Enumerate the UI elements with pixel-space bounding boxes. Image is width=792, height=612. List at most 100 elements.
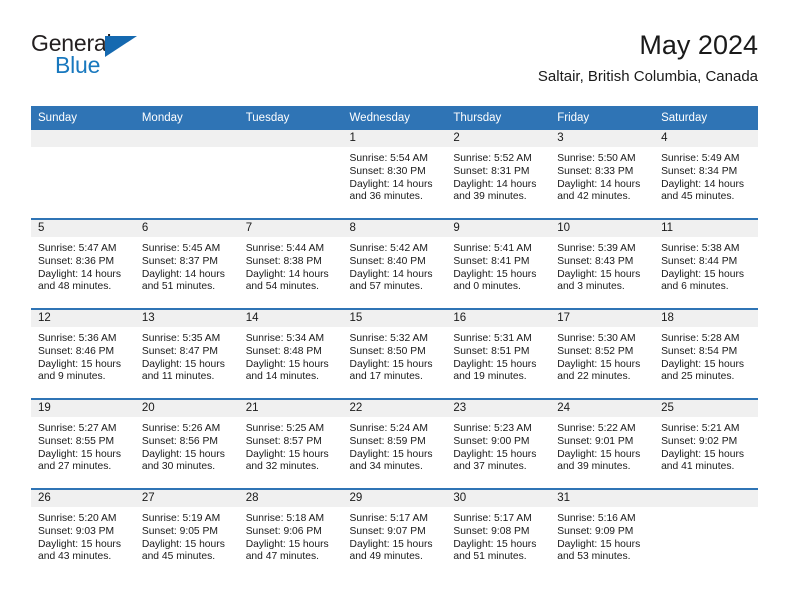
day-number: 4 (654, 130, 758, 147)
day-number: 14 (238, 310, 343, 327)
sunrise-text: Sunrise: 5:39 AM (557, 243, 636, 254)
daylight-text-line2: and 39 minutes. (453, 191, 527, 203)
day-cell[interactable]: 12 Sunrise: 5:36 AM Sunset: 8:46 PM Dayl… (31, 308, 135, 399)
day-cell[interactable] (134, 130, 239, 219)
day-cell[interactable] (654, 488, 758, 578)
daylight-text-line1: Daylight: 14 hours (557, 178, 641, 190)
sunset-text: Sunset: 9:09 PM (557, 525, 634, 537)
day-cell[interactable]: 8 Sunrise: 5:42 AM Sunset: 8:40 PM Dayli… (342, 218, 447, 309)
day-details: Sunrise: 5:23 AM Sunset: 9:00 PM Dayligh… (446, 417, 550, 474)
daylight-text-line1: Daylight: 15 hours (557, 538, 641, 550)
sunrise-text: Sunrise: 5:16 AM (557, 513, 636, 524)
calendar-week-row: 5 Sunrise: 5:47 AM Sunset: 8:36 PM Dayli… (31, 218, 758, 309)
daylight-text-line1: Daylight: 14 hours (141, 268, 225, 280)
day-details: Sunrise: 5:41 AM Sunset: 8:41 PM Dayligh… (446, 237, 550, 294)
daylight-text-line1: Daylight: 15 hours (661, 268, 745, 280)
day-cell[interactable]: 15 Sunrise: 5:32 AM Sunset: 8:50 PM Dayl… (342, 308, 447, 399)
day-cell[interactable]: 16 Sunrise: 5:31 AM Sunset: 8:51 PM Dayl… (446, 308, 551, 399)
sunrise-text: Sunrise: 5:27 AM (38, 423, 117, 434)
calendar-body: 1 Sunrise: 5:54 AM Sunset: 8:30 PM Dayli… (31, 130, 758, 578)
sunset-text: Sunset: 9:02 PM (661, 435, 738, 447)
day-details: Sunrise: 5:35 AM Sunset: 8:47 PM Dayligh… (135, 327, 239, 384)
daylight-text-line2: and 47 minutes. (245, 551, 319, 563)
day-cell[interactable]: 2 Sunrise: 5:52 AM Sunset: 8:31 PM Dayli… (446, 130, 551, 219)
day-number: 7 (238, 220, 343, 237)
sunset-text: Sunset: 8:56 PM (141, 435, 218, 447)
day-details: Sunrise: 5:26 AM Sunset: 8:56 PM Dayligh… (135, 417, 239, 474)
day-number: 25 (654, 400, 758, 417)
day-cell[interactable]: 21 Sunrise: 5:25 AM Sunset: 8:57 PM Dayl… (238, 398, 343, 489)
day-cell[interactable]: 27 Sunrise: 5:19 AM Sunset: 9:05 PM Dayl… (134, 488, 239, 578)
day-cell[interactable]: 6 Sunrise: 5:45 AM Sunset: 8:37 PM Dayli… (134, 218, 239, 309)
day-cell[interactable]: 11 Sunrise: 5:38 AM Sunset: 8:44 PM Dayl… (654, 218, 758, 309)
page-title: May 2024 (639, 30, 758, 60)
sunrise-text: Sunrise: 5:26 AM (141, 423, 221, 434)
daylight-text-line1: Daylight: 15 hours (453, 268, 537, 280)
day-cell[interactable]: 28 Sunrise: 5:18 AM Sunset: 9:06 PM Dayl… (238, 488, 343, 578)
daylight-text-line2: and 11 minutes. (141, 371, 215, 383)
day-number: 8 (342, 220, 447, 237)
day-cell[interactable] (238, 130, 343, 219)
daylight-text-line2: and 0 minutes. (453, 281, 521, 293)
calendar-page: General Blue May 2024 Saltair, British C… (0, 0, 792, 612)
day-cell[interactable] (31, 130, 135, 219)
day-cell[interactable]: 25 Sunrise: 5:21 AM Sunset: 9:02 PM Dayl… (654, 398, 758, 489)
sunset-text: Sunset: 9:05 PM (141, 525, 218, 537)
day-number (134, 130, 239, 147)
sunset-text: Sunset: 9:07 PM (349, 525, 426, 537)
day-cell[interactable]: 7 Sunrise: 5:44 AM Sunset: 8:38 PM Dayli… (238, 218, 343, 309)
day-cell[interactable]: 30 Sunrise: 5:17 AM Sunset: 9:08 PM Dayl… (446, 488, 551, 578)
day-cell[interactable]: 9 Sunrise: 5:41 AM Sunset: 8:41 PM Dayli… (446, 218, 551, 309)
sunrise-text: Sunrise: 5:34 AM (245, 333, 325, 344)
sunrise-text: Sunrise: 5:41 AM (453, 243, 532, 254)
sunset-text: Sunset: 8:57 PM (245, 435, 322, 447)
sunset-text: Sunset: 8:34 PM (661, 165, 738, 177)
daylight-text-line2: and 25 minutes. (661, 371, 735, 383)
day-cell[interactable]: 31 Sunrise: 5:16 AM Sunset: 9:09 PM Dayl… (550, 488, 655, 578)
sunset-text: Sunset: 8:47 PM (141, 345, 218, 357)
sunset-text: Sunset: 8:33 PM (557, 165, 634, 177)
day-cell[interactable]: 1 Sunrise: 5:54 AM Sunset: 8:30 PM Dayli… (342, 130, 447, 219)
daylight-text-line1: Daylight: 15 hours (453, 538, 537, 550)
daylight-text-line2: and 14 minutes. (245, 371, 319, 383)
daylight-text-line1: Daylight: 15 hours (141, 358, 225, 370)
day-cell[interactable]: 5 Sunrise: 5:47 AM Sunset: 8:36 PM Dayli… (31, 218, 135, 309)
sunrise-text: Sunrise: 5:45 AM (141, 243, 221, 254)
day-cell[interactable]: 3 Sunrise: 5:50 AM Sunset: 8:33 PM Dayli… (550, 130, 655, 219)
daylight-text-line1: Daylight: 15 hours (141, 448, 225, 460)
day-number: 17 (550, 310, 655, 327)
daylight-text-line1: Daylight: 15 hours (245, 538, 329, 550)
sunrise-text: Sunrise: 5:42 AM (349, 243, 428, 254)
day-number: 13 (134, 310, 239, 327)
day-cell[interactable]: 26 Sunrise: 5:20 AM Sunset: 9:03 PM Dayl… (31, 488, 135, 578)
daylight-text-line1: Daylight: 15 hours (349, 448, 433, 460)
day-details (654, 507, 758, 513)
day-cell[interactable]: 23 Sunrise: 5:23 AM Sunset: 9:00 PM Dayl… (446, 398, 551, 489)
daylight-text-line2: and 19 minutes. (453, 371, 527, 383)
day-cell[interactable]: 17 Sunrise: 5:30 AM Sunset: 8:52 PM Dayl… (550, 308, 655, 399)
day-details: Sunrise: 5:27 AM Sunset: 8:55 PM Dayligh… (31, 417, 135, 474)
day-cell[interactable]: 10 Sunrise: 5:39 AM Sunset: 8:43 PM Dayl… (550, 218, 655, 309)
general-blue-logo[interactable]: General Blue (31, 30, 211, 86)
day-number: 22 (342, 400, 447, 417)
day-cell[interactable]: 18 Sunrise: 5:28 AM Sunset: 8:54 PM Dayl… (654, 308, 758, 399)
day-details: Sunrise: 5:50 AM Sunset: 8:33 PM Dayligh… (550, 147, 654, 204)
day-number: 29 (342, 490, 447, 507)
weekday-header-monday: Monday (134, 106, 239, 130)
day-details: Sunrise: 5:19 AM Sunset: 9:05 PM Dayligh… (135, 507, 239, 564)
weekday-header-tuesday: Tuesday (238, 106, 343, 130)
sunset-text: Sunset: 8:44 PM (661, 255, 738, 267)
day-cell[interactable]: 29 Sunrise: 5:17 AM Sunset: 9:07 PM Dayl… (342, 488, 447, 578)
day-cell[interactable]: 24 Sunrise: 5:22 AM Sunset: 9:01 PM Dayl… (550, 398, 655, 489)
day-cell[interactable]: 13 Sunrise: 5:35 AM Sunset: 8:47 PM Dayl… (134, 308, 239, 399)
calendar-week-row: 12 Sunrise: 5:36 AM Sunset: 8:46 PM Dayl… (31, 308, 758, 399)
day-cell[interactable]: 22 Sunrise: 5:24 AM Sunset: 8:59 PM Dayl… (342, 398, 447, 489)
calendar-table: Sunday Monday Tuesday Wednesday Thursday… (31, 106, 758, 578)
weekday-header-friday: Friday (550, 106, 655, 130)
calendar-week-row: 1 Sunrise: 5:54 AM Sunset: 8:30 PM Dayli… (31, 130, 758, 219)
day-cell[interactable]: 20 Sunrise: 5:26 AM Sunset: 8:56 PM Dayl… (134, 398, 239, 489)
day-cell[interactable]: 4 Sunrise: 5:49 AM Sunset: 8:34 PM Dayli… (654, 130, 758, 219)
day-cell[interactable]: 14 Sunrise: 5:34 AM Sunset: 8:48 PM Dayl… (238, 308, 343, 399)
day-cell[interactable]: 19 Sunrise: 5:27 AM Sunset: 8:55 PM Dayl… (31, 398, 135, 489)
day-details: Sunrise: 5:22 AM Sunset: 9:01 PM Dayligh… (550, 417, 654, 474)
